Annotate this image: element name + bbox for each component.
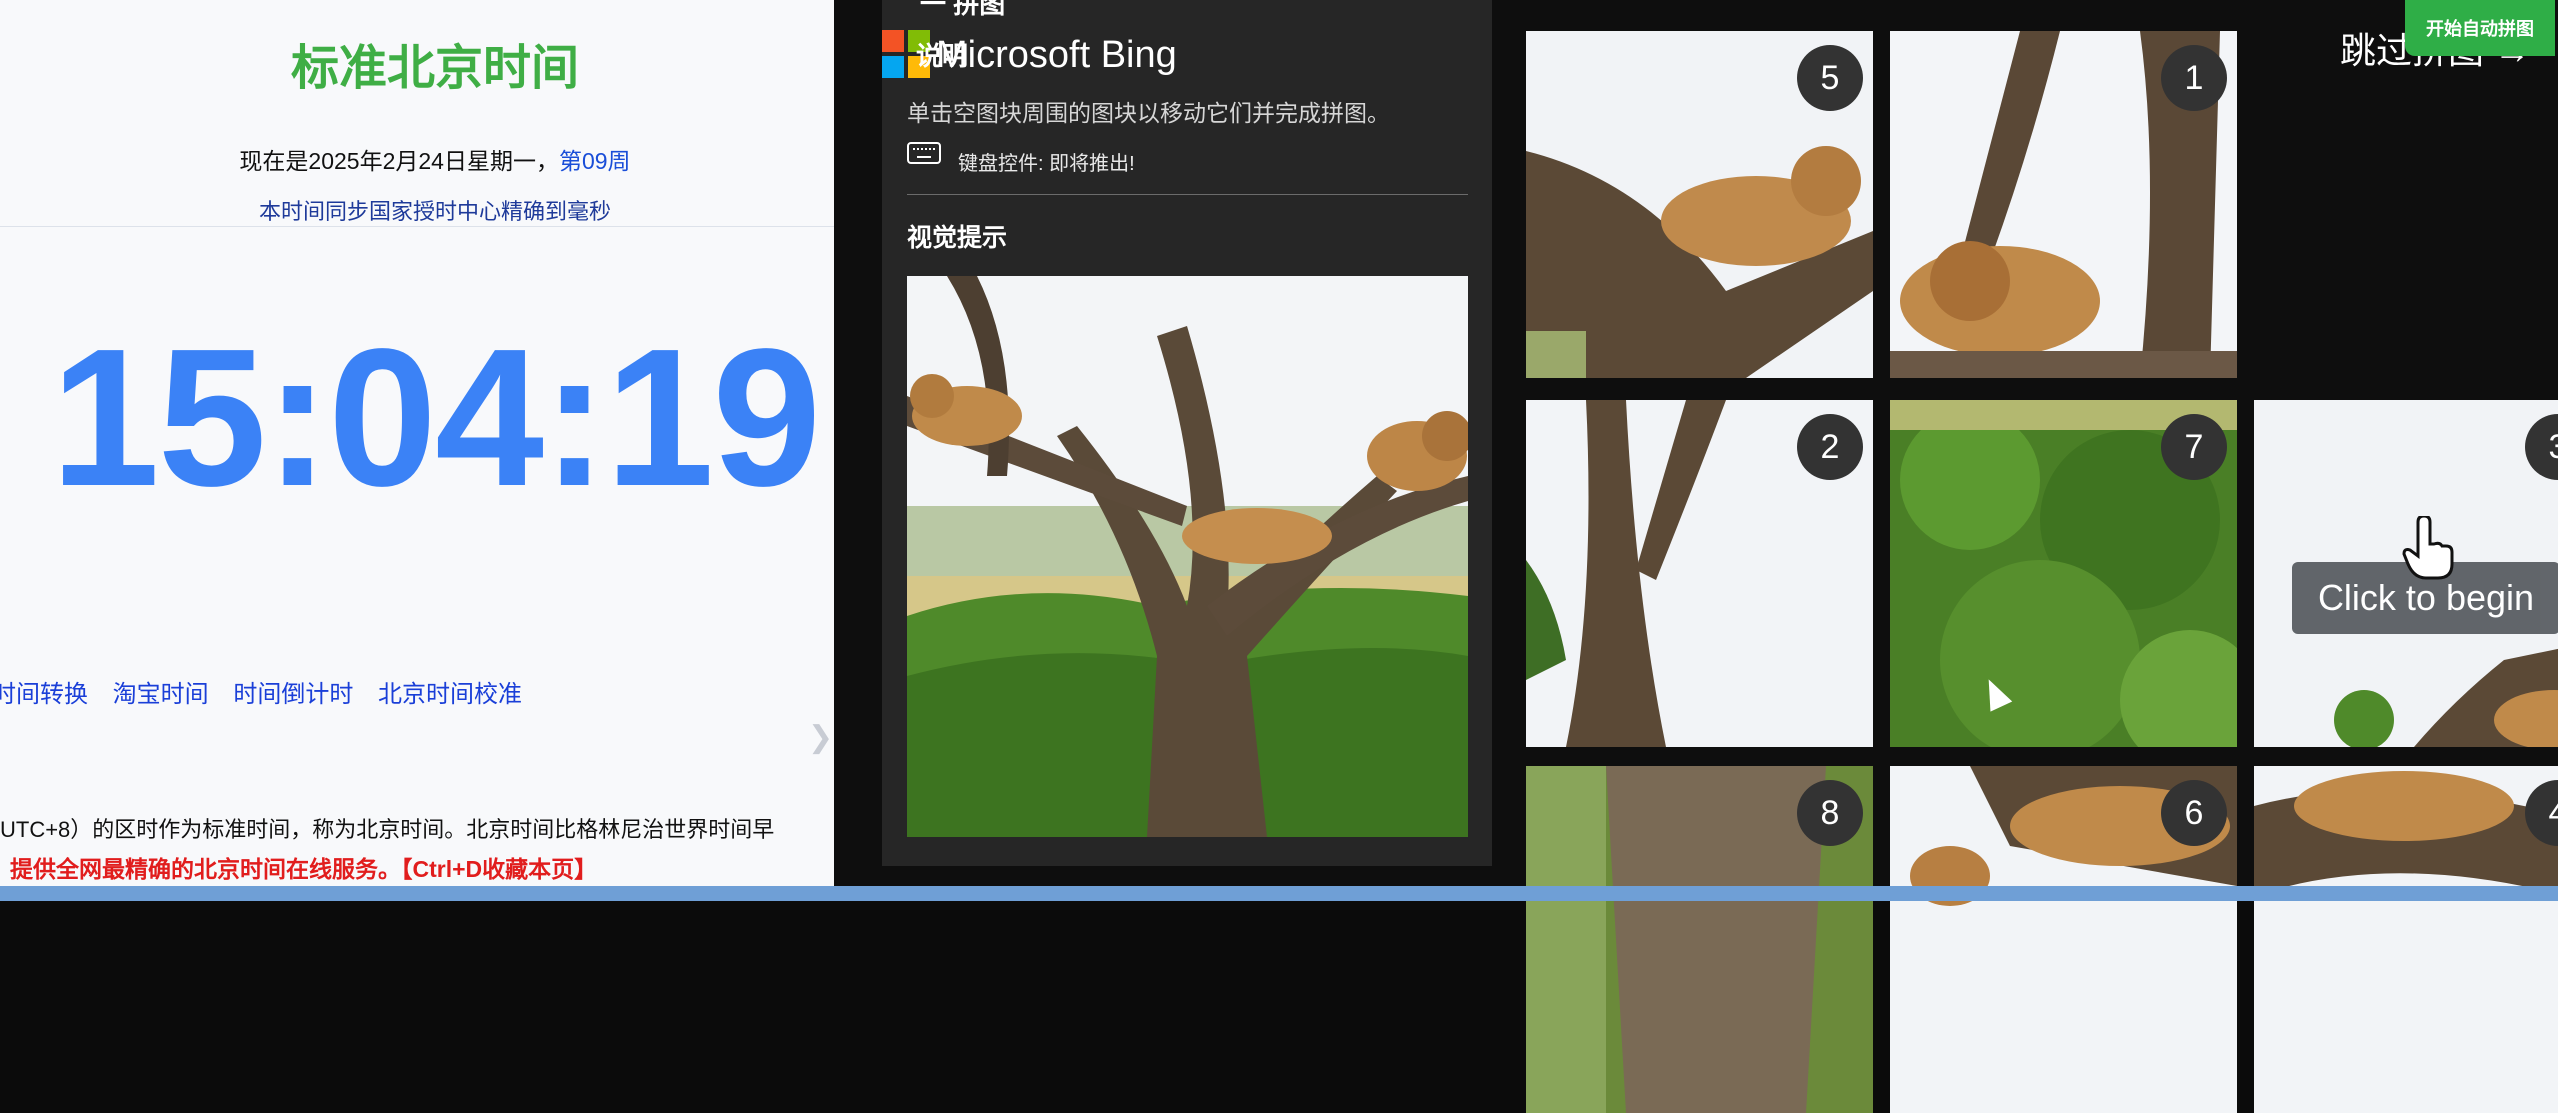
sync-note-link[interactable]: 本时间同步国家授时中心精确到毫秒	[0, 194, 834, 226]
overlap-label: 说明	[916, 41, 969, 71]
puzzle-tile-4[interactable]: 4	[2254, 766, 2558, 1113]
puzzle-tile-1[interactable]: 1	[1890, 31, 2237, 378]
week-link[interactable]: 第09周	[559, 148, 631, 174]
link-taobao-time[interactable]: 淘宝时间	[113, 681, 209, 708]
tile-number: 1	[2161, 45, 2227, 111]
tile-number: 5	[1797, 45, 1863, 111]
divider	[0, 226, 834, 227]
tile-number: 8	[1797, 780, 1863, 846]
beijing-time-page: 标准北京时间 现在是2025年2月24日星期一，第09周 本时间同步国家授时中心…	[0, 0, 834, 901]
description-text: UTC+8）的区时作为标准时间，称为北京时间。北京时间比格林尼治世界时间早	[0, 817, 775, 842]
auto-solve-button[interactable]: 开始自动拼图	[2405, 0, 2555, 56]
panel-tab-label: 一 拼图	[920, 0, 1006, 19]
instructions-text: 单击空图块周围的图块以移动它们并完成拼图。	[907, 100, 1390, 126]
page-title: 标准北京时间	[290, 42, 579, 95]
keyboard-note: 键盘控件: 即将推出!	[958, 153, 1135, 175]
date-line: 现在是2025年2月24日星期一，第09周	[0, 142, 834, 176]
tile-number: 7	[2161, 414, 2227, 480]
brand-name: Microsoft Bing	[936, 34, 1177, 76]
promo-text: 提供全网最精确的北京时间在线服务。【Ctrl+D收藏本页】	[10, 856, 598, 882]
tile-number: 6	[2161, 780, 2227, 846]
puzzle-tile-8[interactable]: 8	[1526, 766, 1873, 1113]
link-time-convert[interactable]: 时间转换	[0, 681, 88, 708]
link-calibrate[interactable]: 北京时间校准	[378, 681, 522, 708]
date-text: 现在是2025年2月24日星期一，	[239, 148, 559, 174]
link-countdown[interactable]: 时间倒计时	[233, 681, 353, 708]
hand-cursor-icon	[2400, 514, 2460, 582]
bottom-bar	[0, 886, 2558, 901]
hint-title: 视觉提示	[907, 224, 1008, 252]
scroll-arrow-icon[interactable]: ❯	[808, 720, 834, 754]
puzzle-tile-2[interactable]: 2	[1526, 400, 1873, 747]
panel-divider	[907, 194, 1468, 195]
clock-display: 15:04:19	[50, 308, 822, 527]
puzzle-tile-6[interactable]: 6	[1890, 766, 2237, 1113]
puzzle-tile-5[interactable]: 5	[1526, 31, 1873, 378]
hint-image	[907, 276, 1468, 837]
puzzle-tile-7[interactable]: 7	[1890, 400, 2237, 747]
tile-number: 2	[1797, 414, 1863, 480]
keyboard-icon	[907, 142, 941, 164]
tool-links: 时间转换 淘宝时间 时间倒计时 北京时间校准	[0, 674, 540, 709]
